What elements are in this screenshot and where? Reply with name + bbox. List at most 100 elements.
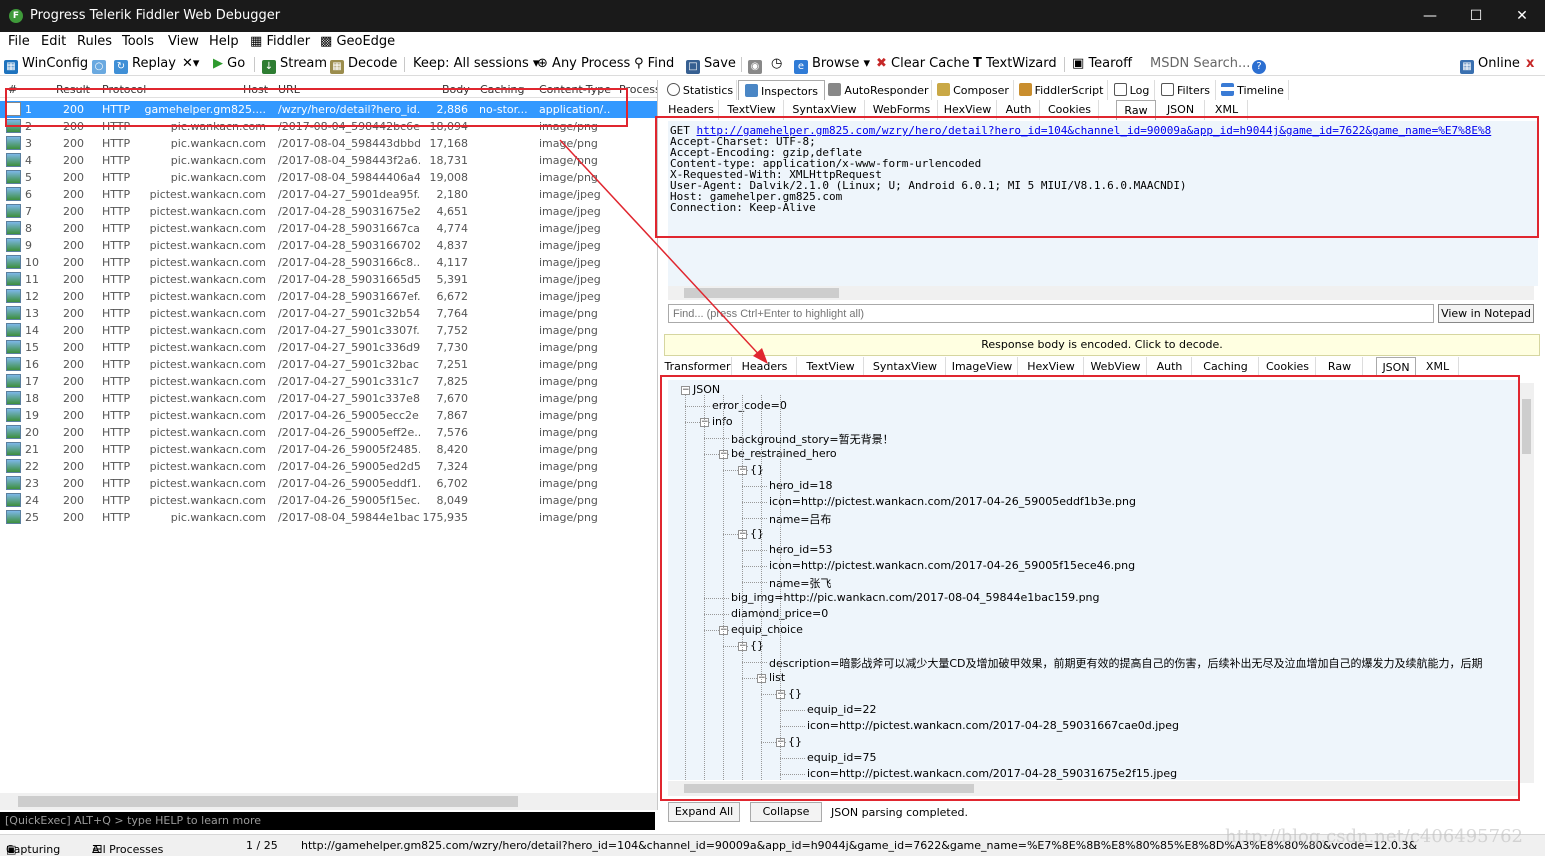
table-row[interactable]: 17 200 HTTP pictest.wankacn.com/2017-04-27_… [0,373,657,390]
session-protocol: HTTP [102,137,131,150]
tab-autoresponder-label: AutoResponder [844,84,929,97]
help-button[interactable]: ? [1252,56,1270,74]
table-row[interactable]: 16 200 HTTP pictest.wankacn.com/2017-04-27_… [0,356,657,373]
table-row[interactable]: 10 200 HTTP pictest.wankacn.com/2017-04-28_… [0,254,657,271]
expand-all-button[interactable]: Expand All [668,802,740,822]
scrollbar-thumb[interactable] [18,796,518,807]
comment-button[interactable]: ○ [92,56,110,74]
resp-tab-caching[interactable]: Caching [1193,357,1259,377]
menu-geoedge[interactable]: ▩ GeoEdge [320,34,395,49]
session-result: 200 [63,205,84,218]
resp-tab-xml[interactable]: XML [1417,357,1459,377]
tab-autoresponder[interactable]: AutoResponder [826,80,932,100]
table-row[interactable]: 7 200 HTTP pictest.wankacn.com/2017-04-28_5… [0,203,657,220]
table-row[interactable]: 18 200 HTTP pictest.wankacn.com/2017-04-27_… [0,390,657,407]
msdn-search-input[interactable]: MSDN Search... [1150,56,1250,71]
textwizard-button[interactable]: T TextWizard [973,56,1057,71]
table-row[interactable]: 3 200 HTTP pic.wankacn.com/2017-08-04_59844… [0,135,657,152]
menu-help[interactable]: Help [209,34,239,49]
table-row[interactable]: 22 200 HTTP pictest.wankacn.com/2017-04-26_… [0,458,657,475]
replay-button[interactable]: ↻ Replay [114,56,176,74]
table-row[interactable]: 11 200 HTTP pictest.wankacn.com/2017-04-28_… [0,271,657,288]
browse-button[interactable]: e Browse ▾ [794,56,870,74]
table-row[interactable]: 5 200 HTTP pic.wankacn.com/2017-08-04_59844… [0,169,657,186]
session-content-type: image/jpeg [539,256,601,269]
screenshot-button[interactable]: ◉ [748,56,766,74]
resp-tab-raw[interactable]: Raw [1317,357,1363,377]
decode-notice-bar[interactable]: Response body is encoded. Click to decod… [664,334,1540,356]
session-url: /2017-04-28_59031667ef... [278,290,420,303]
table-row[interactable]: 6 200 HTTP pictest.wankacn.com/2017-04-27_5… [0,186,657,203]
menu-rules[interactable]: Rules [77,34,112,49]
online-indicator[interactable]: ▦ Online [1460,56,1520,74]
table-row[interactable]: 12 200 HTTP pictest.wankacn.com/2017-04-28_… [0,288,657,305]
clear-cache-button[interactable]: ✖ Clear Cache [876,56,970,71]
request-scrollbar[interactable] [668,286,1534,300]
table-row[interactable]: 9 200 HTTP pictest.wankacn.com/2017-04-28_5… [0,237,657,254]
view-in-notepad-button[interactable]: View in Notepad [1438,304,1534,323]
close-toolbar-icon[interactable]: x [1526,56,1534,71]
toolbar-separator [404,57,405,72]
table-row[interactable]: 23 200 HTTP pictest.wankacn.com/2017-04-26_… [0,475,657,492]
menu-edit[interactable]: Edit [41,34,66,49]
table-row[interactable]: 25 200 HTTP pic.wankacn.com/2017-08-04_5984… [0,509,657,526]
close-button[interactable]: ✕ [1499,0,1545,32]
resp-tab-cookies[interactable]: Cookies [1260,357,1316,377]
session-url: /2017-04-28_59031665d5... [278,273,420,286]
find-input[interactable] [668,304,1434,323]
decode-button[interactable]: ▦ Decode [330,56,397,74]
tab-fiddlerscript[interactable]: FiddlerScript [1015,80,1108,100]
table-row[interactable]: 8 200 HTTP pictest.wankacn.com/2017-04-28_5… [0,220,657,237]
tearoff-button[interactable]: ▣ Tearoff [1072,56,1132,71]
json-vertical-scrollbar[interactable] [1519,383,1534,783]
go-button[interactable]: ▶ Go [213,56,245,71]
tab-composer[interactable]: Composer [933,80,1014,100]
remove-button[interactable]: ✕▾ [182,56,199,71]
timer-button[interactable]: ◷ [771,56,782,71]
resp-tab-hexview[interactable]: HexView [1019,357,1084,377]
resp-tab-transformer[interactable]: Transformer [664,357,732,377]
menu-tools[interactable]: Tools [122,34,154,49]
keep-sessions-dropdown[interactable]: Keep: All sessions ▾ [413,56,539,71]
image-file-icon [6,204,21,218]
collapse-button[interactable]: Collapse [750,802,822,822]
session-list[interactable]: # Result Protocol Host URL Body Caching … [0,80,658,810]
table-row[interactable]: 24 200 HTTP pictest.wankacn.com/2017-04-26_… [0,492,657,509]
find-button[interactable]: ⚲ Find [634,56,674,71]
table-row[interactable]: 13 200 HTTP pictest.wankacn.com/2017-04-27_… [0,305,657,322]
table-row[interactable]: 14 200 HTTP pictest.wankacn.com/2017-04-27_… [0,322,657,339]
session-list-scrollbar[interactable] [0,793,657,810]
resp-tab-headers[interactable]: Headers [733,357,797,377]
menu-file[interactable]: File [8,34,30,49]
maximize-button[interactable]: ☐ [1453,0,1499,32]
tab-timeline[interactable]: Timeline [1217,80,1289,100]
table-row[interactable]: 21 200 HTTP pictest.wankacn.com/2017-04-26_… [0,441,657,458]
winconfig-button[interactable]: ▦ WinConfig [4,56,88,74]
any-process-button[interactable]: ⊕ Any Process [537,56,630,71]
tab-statistics[interactable]: Statistics [664,80,737,100]
tab-inspectors[interactable]: Inspectors [738,80,825,100]
session-result: 200 [63,477,84,490]
tab-filters[interactable]: Filters [1156,80,1216,100]
menu-fiddler[interactable]: ▦ Fiddler [250,34,310,49]
minimize-button[interactable]: — [1407,0,1453,32]
table-row[interactable]: 19 200 HTTP pictest.wankacn.com/2017-04-26_… [0,407,657,424]
save-button[interactable]: □ Save [686,56,736,74]
stream-button[interactable]: ↓ Stream [262,56,327,74]
table-row[interactable]: 4 200 HTTP pic.wankacn.com/2017-08-04_59844… [0,152,657,169]
resp-tab-json[interactable]: JSON [1376,357,1416,377]
resp-tab-imageview[interactable]: ImageView [947,357,1018,377]
scrollbar-thumb[interactable] [1522,399,1531,454]
menu-view[interactable]: View [168,34,199,49]
table-row[interactable]: 15 200 HTTP pictest.wankacn.com/2017-04-27_… [0,339,657,356]
table-row[interactable]: 20 200 HTTP pictest.wankacn.com/2017-04-26_… [0,424,657,441]
session-result: 200 [63,460,84,473]
scrollbar-thumb[interactable] [684,288,839,298]
annotation-box-response [660,375,1520,801]
quickexec-input[interactable]: [QuickExec] ALT+Q > type HELP to learn m… [0,812,655,830]
resp-tab-syntaxview[interactable]: SyntaxView [865,357,946,377]
tab-log[interactable]: Log [1109,80,1155,100]
resp-tab-webview[interactable]: WebView [1085,357,1147,377]
resp-tab-textview[interactable]: TextView [798,357,864,377]
resp-tab-auth[interactable]: Auth [1148,357,1192,377]
